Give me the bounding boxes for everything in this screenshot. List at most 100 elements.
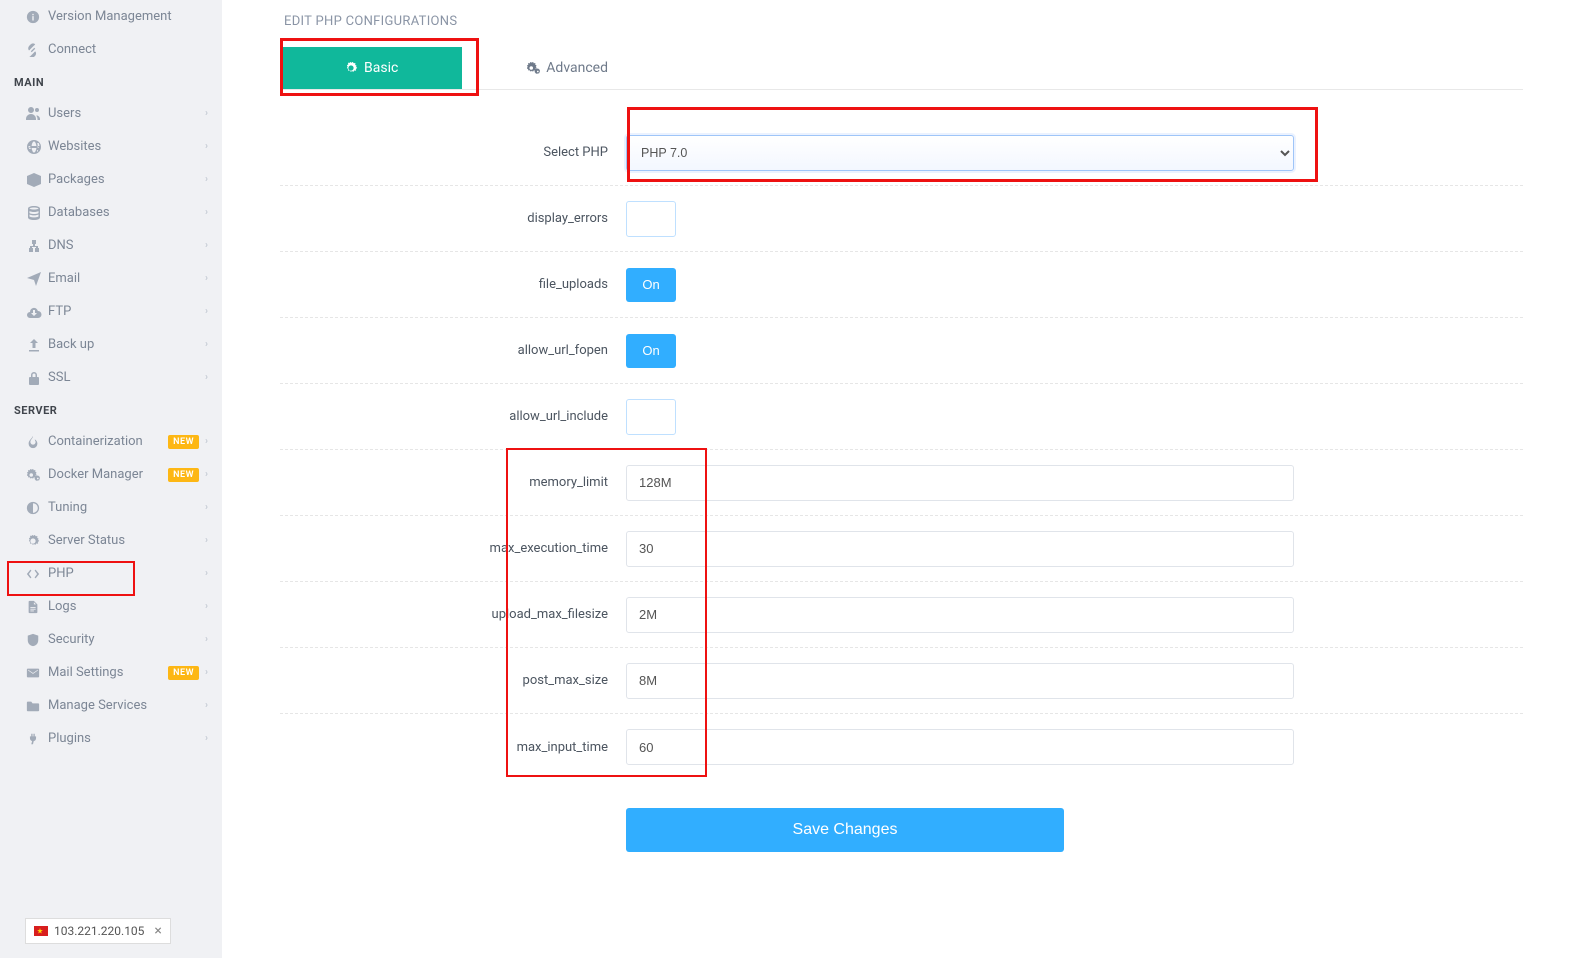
row-post-max-size: post_max_size — [280, 648, 1523, 714]
chevron-right-icon: › — [205, 240, 208, 251]
info-icon — [26, 10, 48, 24]
chevron-right-icon: › — [205, 372, 208, 383]
chevron-right-icon: › — [205, 733, 208, 744]
plug-icon — [26, 732, 48, 746]
sidebar-item-ftp[interactable]: FTP › — [0, 295, 222, 328]
link-icon — [26, 43, 48, 57]
sidebar-item-connect[interactable]: Connect — [0, 33, 222, 66]
chevron-right-icon: › — [205, 108, 208, 119]
row-max-input-time: max_input_time — [280, 714, 1523, 780]
input-post-max-size[interactable] — [626, 663, 1294, 699]
sidebar-item-ssl[interactable]: SSL › — [0, 361, 222, 394]
input-display-errors[interactable] — [626, 201, 676, 237]
label-select-php: Select PHP — [280, 145, 626, 160]
label-upload-max-filesize: upload_max_filesize — [280, 607, 626, 622]
ip-taskbar-tag[interactable]: 103.221.220.105 × — [25, 918, 171, 944]
row-select-php: Select PHP PHP 7.0 — [280, 120, 1523, 186]
toggle-file-uploads[interactable]: On — [626, 268, 676, 302]
sidebar-item-containerization[interactable]: Containerization NEW › — [0, 425, 222, 458]
toggle-allow-url-fopen[interactable]: On — [626, 334, 676, 368]
sidebar-item-manage-services[interactable]: Manage Services › — [0, 689, 222, 722]
row-display-errors: display_errors — [280, 186, 1523, 252]
ip-address: 103.221.220.105 — [54, 924, 144, 938]
row-upload-max-filesize: upload_max_filesize — [280, 582, 1523, 648]
sidebar-item-label: PHP — [48, 566, 205, 581]
input-upload-max-filesize[interactable] — [626, 597, 1294, 633]
chevron-right-icon: › — [205, 306, 208, 317]
send-icon — [26, 271, 48, 287]
row-file-uploads: file_uploads On — [280, 252, 1523, 318]
sidebar-item-users[interactable]: Users › — [0, 97, 222, 130]
chevron-right-icon: › — [205, 700, 208, 711]
sidebar: Version Management Connect MAIN Users › … — [0, 0, 222, 958]
sidebar-item-label: Connect — [48, 42, 208, 57]
save-changes-button[interactable]: Save Changes — [626, 808, 1064, 852]
sidebar-item-mail-settings[interactable]: Mail Settings NEW › — [0, 656, 222, 689]
upload-icon — [26, 337, 48, 353]
chevron-right-icon: › — [205, 174, 208, 185]
sidebar-item-security[interactable]: Security › — [0, 623, 222, 656]
new-badge: NEW — [168, 666, 199, 680]
gears-icon — [26, 468, 48, 482]
chevron-right-icon: › — [205, 535, 208, 546]
sidebar-item-logs[interactable]: Logs › — [0, 590, 222, 623]
row-allow-url-include: allow_url_include — [280, 384, 1523, 450]
sidebar-item-tuning[interactable]: Tuning › — [0, 491, 222, 524]
sidebar-item-version-management[interactable]: Version Management — [0, 0, 222, 33]
sidebar-item-label: Tuning — [48, 500, 205, 515]
input-allow-url-include[interactable] — [626, 399, 676, 435]
sidebar-item-plugins[interactable]: Plugins › — [0, 722, 222, 755]
sidebar-heading-server: SERVER — [0, 394, 222, 425]
label-allow-url-include: allow_url_include — [280, 409, 626, 424]
label-allow-url-fopen: allow_url_fopen — [280, 343, 626, 358]
sidebar-item-label: Databases — [48, 205, 205, 220]
flag-icon — [34, 926, 48, 936]
chevron-right-icon: › — [205, 601, 208, 612]
sidebar-item-websites[interactable]: Websites › — [0, 130, 222, 163]
sidebar-item-server-status[interactable]: Server Status › — [0, 524, 222, 557]
package-icon — [26, 172, 48, 188]
sidebar-item-databases[interactable]: Databases › — [0, 196, 222, 229]
chevron-right-icon: › — [205, 339, 208, 350]
sidebar-item-backup[interactable]: Back up › — [0, 328, 222, 361]
gear-icon — [26, 534, 48, 548]
globe-icon — [26, 139, 48, 155]
label-max-input-time: max_input_time — [280, 740, 626, 755]
sidebar-item-label: Users — [48, 106, 205, 121]
sidebar-item-label: Server Status — [48, 533, 205, 548]
sidebar-item-label: Websites — [48, 139, 205, 154]
chevron-right-icon: › — [205, 634, 208, 645]
chevron-right-icon: › — [205, 667, 208, 678]
main-content: EDIT PHP CONFIGURATIONS Basic Advanced S… — [280, 0, 1523, 852]
row-memory-limit: memory_limit — [280, 450, 1523, 516]
tab-advanced[interactable]: Advanced — [462, 47, 672, 89]
input-max-execution-time[interactable] — [626, 531, 1294, 567]
sidebar-item-email[interactable]: Email › — [0, 262, 222, 295]
sidebar-item-label: DNS — [48, 238, 205, 253]
label-display-errors: display_errors — [280, 211, 626, 226]
sidebar-item-label: Version Management — [48, 9, 208, 24]
input-memory-limit[interactable] — [626, 465, 1294, 501]
gears-icon — [526, 61, 540, 75]
sidebar-item-docker-manager[interactable]: Docker Manager NEW › — [0, 458, 222, 491]
label-memory-limit: memory_limit — [280, 475, 626, 490]
sidebar-item-label: SSL — [48, 370, 205, 385]
sidebar-item-php[interactable]: PHP › — [0, 557, 222, 590]
sidebar-item-label: Email — [48, 271, 205, 286]
lock-icon — [26, 370, 48, 386]
close-icon[interactable]: × — [154, 923, 161, 939]
chevron-right-icon: › — [205, 502, 208, 513]
sidebar-item-label: FTP — [48, 304, 205, 319]
php-config-form: Select PHP PHP 7.0 display_errors file_u… — [280, 90, 1523, 852]
new-badge: NEW — [168, 435, 199, 449]
sidebar-item-label: Plugins — [48, 731, 205, 746]
code-icon — [26, 567, 48, 581]
sidebar-item-packages[interactable]: Packages › — [0, 163, 222, 196]
select-php[interactable]: PHP 7.0 — [626, 135, 1294, 171]
label-file-uploads: file_uploads — [280, 277, 626, 292]
mail-icon — [26, 666, 48, 680]
sidebar-item-label: Mail Settings — [48, 665, 168, 680]
input-max-input-time[interactable] — [626, 729, 1294, 765]
sidebar-item-dns[interactable]: DNS › — [0, 229, 222, 262]
sidebar-item-label: Packages — [48, 172, 205, 187]
